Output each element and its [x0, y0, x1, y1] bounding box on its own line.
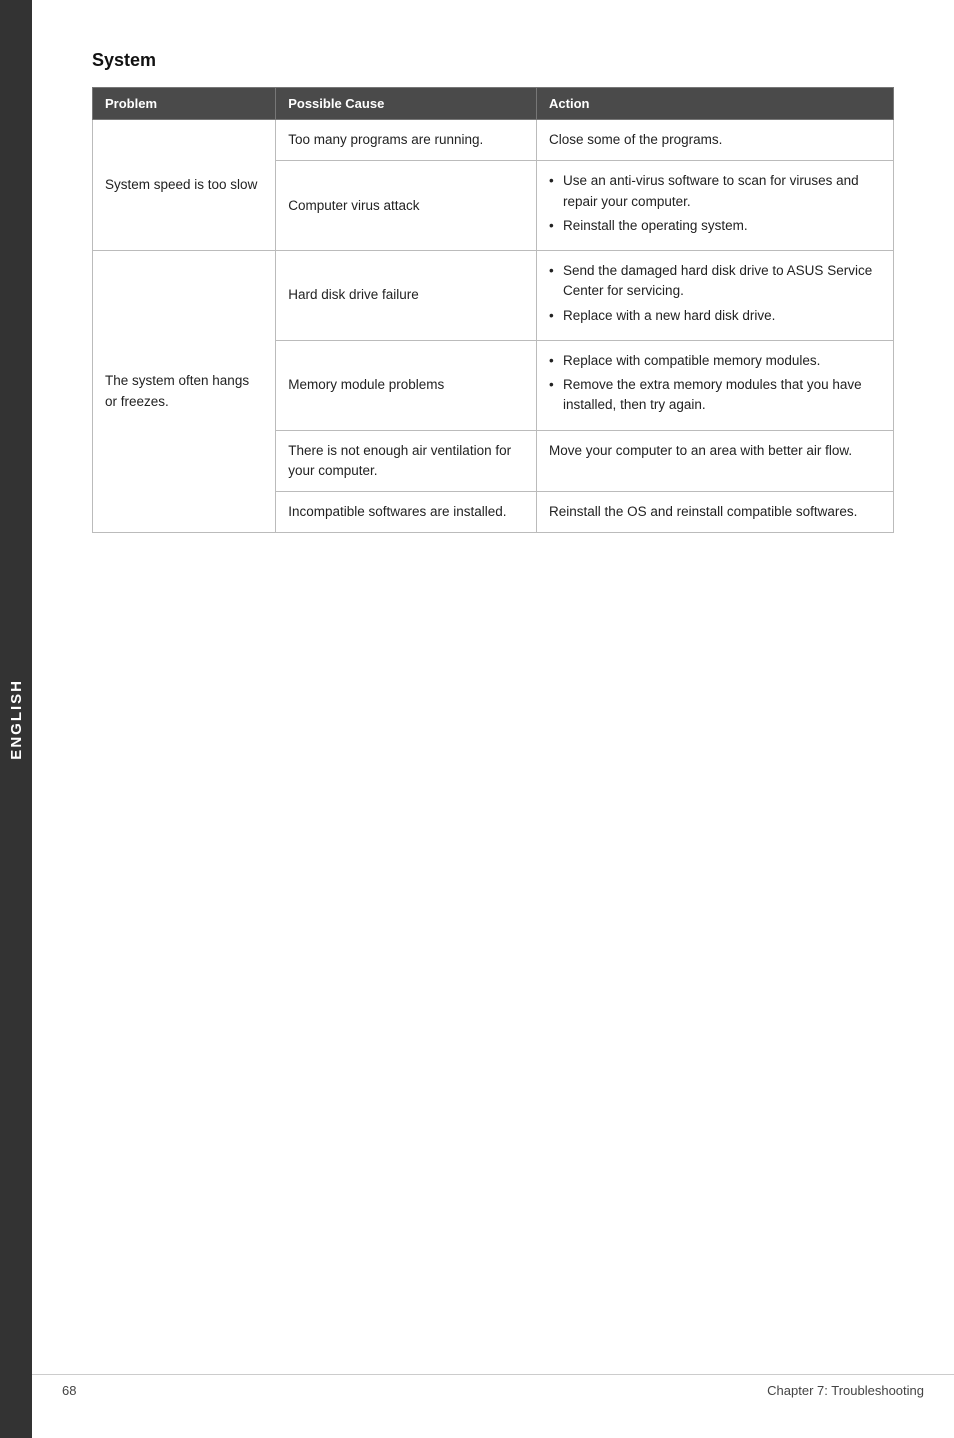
header-problem: Problem	[93, 88, 276, 120]
list-item: Reinstall the operating system.	[549, 216, 881, 236]
cause-cell-5: There is not enough air ventilation for …	[276, 430, 537, 492]
action-cell-2: Use an anti-virus software to scan for v…	[537, 161, 894, 251]
action-cell-1: Close some of the programs.	[537, 120, 894, 161]
table-row: System speed is too slow Too many progra…	[93, 120, 894, 161]
list-item: Replace with compatible memory modules.	[549, 351, 881, 371]
action-bullet-list: Send the damaged hard disk drive to ASUS…	[549, 261, 881, 326]
list-item: Remove the extra memory modules that you…	[549, 375, 881, 416]
problem-cell-1: System speed is too slow	[93, 120, 276, 251]
cause-cell-2: Computer virus attack	[276, 161, 537, 251]
action-cell-5: Move your computer to an area with bette…	[537, 430, 894, 492]
page-number: 68	[62, 1383, 76, 1398]
section-title: System	[92, 50, 894, 71]
list-item: Send the damaged hard disk drive to ASUS…	[549, 261, 881, 302]
action-bullet-list: Use an anti-virus software to scan for v…	[549, 171, 881, 236]
sidebar: ENGLISH	[0, 0, 32, 1438]
header-cause: Possible Cause	[276, 88, 537, 120]
footer: 68 Chapter 7: Troubleshooting	[32, 1374, 954, 1398]
action-bullet-list: Replace with compatible memory modules. …	[549, 351, 881, 416]
action-cell-3: Send the damaged hard disk drive to ASUS…	[537, 251, 894, 341]
list-item: Replace with a new hard disk drive.	[549, 306, 881, 326]
cause-cell-6: Incompatible softwares are installed.	[276, 492, 537, 533]
chapter-label: Chapter 7: Troubleshooting	[767, 1383, 924, 1398]
cause-cell-1: Too many programs are running.	[276, 120, 537, 161]
list-item: Use an anti-virus software to scan for v…	[549, 171, 881, 212]
main-content: System Problem Possible Cause Action Sys…	[32, 0, 954, 593]
cause-cell-4: Memory module problems	[276, 340, 537, 430]
sidebar-label: ENGLISH	[8, 679, 25, 760]
table-row: The system often hangs or freezes. Hard …	[93, 251, 894, 341]
header-action: Action	[537, 88, 894, 120]
action-cell-6: Reinstall the OS and reinstall compatibl…	[537, 492, 894, 533]
action-cell-4: Replace with compatible memory modules. …	[537, 340, 894, 430]
troubleshoot-table: Problem Possible Cause Action System spe…	[92, 87, 894, 533]
cause-cell-3: Hard disk drive failure	[276, 251, 537, 341]
problem-cell-2: The system often hangs or freezes.	[93, 251, 276, 533]
table-header-row: Problem Possible Cause Action	[93, 88, 894, 120]
